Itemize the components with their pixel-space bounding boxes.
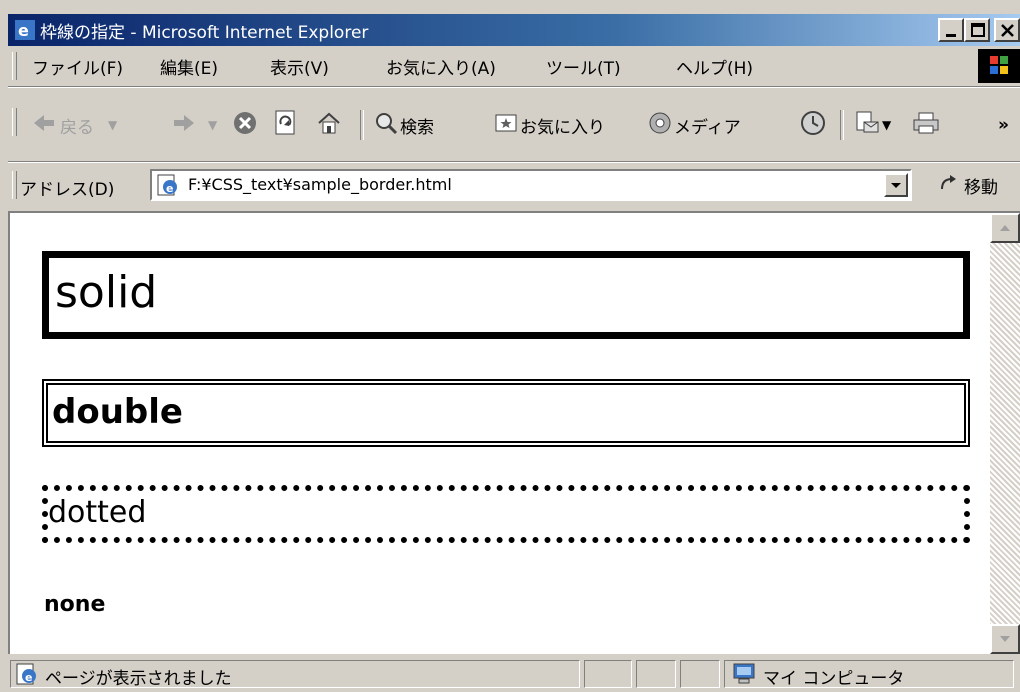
chevron-down-icon bbox=[891, 183, 901, 188]
favorites-icon bbox=[494, 112, 518, 139]
back-button[interactable]: 戻る ▼ bbox=[32, 109, 117, 141]
stop-icon bbox=[232, 110, 258, 141]
maximize-button[interactable] bbox=[964, 18, 990, 42]
toolbar-overflow-chevron-icon[interactable]: » bbox=[998, 109, 1009, 141]
status-zone: マイ コンピュータ bbox=[731, 663, 904, 690]
forward-button[interactable]: ▼ bbox=[172, 109, 217, 141]
minimize-button[interactable] bbox=[938, 18, 964, 42]
address-url: F:¥CSS_text¥sample_border.html bbox=[188, 175, 452, 194]
close-icon bbox=[1001, 24, 1014, 37]
search-button[interactable]: 検索 bbox=[374, 109, 434, 141]
svg-text:e: e bbox=[166, 182, 173, 195]
favorites-label: お気に入り bbox=[520, 117, 605, 138]
menu-file[interactable]: ファイル(F) bbox=[32, 54, 123, 79]
refresh-icon bbox=[274, 110, 298, 141]
scroll-down-icon bbox=[1000, 636, 1010, 642]
windows-logo-icon bbox=[978, 49, 1020, 83]
page-icon: e bbox=[156, 174, 180, 200]
address-input[interactable]: e F:¥CSS_text¥sample_border.html bbox=[150, 169, 912, 201]
print-icon bbox=[912, 111, 940, 140]
go-label: 移動 bbox=[964, 178, 998, 198]
title-bar[interactable]: e 枠線の指定 - Microsoft Internet Explorer bbox=[8, 14, 1020, 46]
solid-border-box: solid bbox=[42, 251, 970, 339]
menu-bar: ファイル(F) 編集(E) 表示(V) お気に入り(A) ツール(T) ヘルプ(… bbox=[8, 46, 1020, 87]
go-arrow-icon bbox=[938, 173, 960, 198]
double-border-box: double bbox=[42, 379, 970, 447]
mail-dropdown-icon[interactable]: ▼ bbox=[882, 118, 891, 132]
window-title: 枠線の指定 - Microsoft Internet Explorer bbox=[40, 23, 369, 43]
refresh-button[interactable] bbox=[274, 109, 298, 141]
back-label: 戻る bbox=[60, 117, 94, 138]
ie-logo-icon: e bbox=[14, 19, 36, 41]
svg-text:e: e bbox=[25, 671, 32, 684]
menu-tools[interactable]: ツール(T) bbox=[546, 54, 621, 79]
standard-toolbar: 戻る ▼ ▼ 検索 お気に入り メディア ▼ » bbox=[8, 87, 1020, 162]
menu-view[interactable]: 表示(V) bbox=[270, 54, 329, 79]
mail-icon bbox=[854, 110, 880, 141]
forward-arrow-icon bbox=[172, 113, 196, 138]
toolbar-grip[interactable] bbox=[12, 52, 17, 80]
toolbar-separator bbox=[360, 110, 364, 140]
address-dropdown-button[interactable] bbox=[884, 173, 908, 197]
address-label: アドレス(D) bbox=[20, 180, 115, 200]
status-message-pane: e ページが表示されました bbox=[10, 660, 580, 689]
search-icon bbox=[374, 111, 398, 140]
status-pane bbox=[584, 660, 632, 688]
status-zone-pane: マイ コンピュータ bbox=[724, 660, 1014, 690]
minimize-icon bbox=[946, 34, 956, 37]
browser-window: e 枠線の指定 - Microsoft Internet Explorer ファ… bbox=[0, 0, 1020, 692]
scroll-up-icon bbox=[1000, 225, 1010, 231]
zone-label: マイ コンピュータ bbox=[763, 669, 905, 689]
status-pane bbox=[636, 660, 676, 688]
history-icon bbox=[800, 110, 826, 141]
no-border-box: none bbox=[44, 592, 106, 617]
vertical-scrollbar[interactable] bbox=[990, 213, 1020, 654]
toolbar-grip[interactable] bbox=[12, 171, 17, 199]
status-page-icon: e bbox=[15, 663, 39, 689]
history-button[interactable] bbox=[800, 109, 826, 141]
search-label: 検索 bbox=[400, 117, 434, 138]
menu-favorites[interactable]: お気に入り(A) bbox=[386, 54, 496, 79]
toolbar-separator bbox=[840, 110, 844, 140]
forward-dropdown-icon[interactable]: ▼ bbox=[208, 118, 217, 132]
status-bar: e ページが表示されました マイ コンピュータ bbox=[8, 656, 1020, 692]
svg-text:e: e bbox=[18, 21, 29, 40]
toolbar-grip[interactable] bbox=[12, 108, 17, 136]
close-button[interactable] bbox=[994, 18, 1020, 42]
stop-button[interactable] bbox=[232, 109, 258, 141]
home-button[interactable] bbox=[316, 109, 342, 141]
address-bar: アドレス(D) e F:¥CSS_text¥sample_border.html… bbox=[8, 162, 1020, 209]
maximize-icon bbox=[971, 23, 985, 37]
back-dropdown-icon[interactable]: ▼ bbox=[108, 118, 117, 132]
computer-icon bbox=[731, 663, 757, 690]
print-button[interactable] bbox=[912, 109, 940, 141]
home-icon bbox=[316, 111, 342, 140]
mail-button[interactable]: ▼ bbox=[854, 109, 891, 141]
menu-help[interactable]: ヘルプ(H) bbox=[676, 54, 753, 79]
favorites-button[interactable]: お気に入り bbox=[494, 109, 605, 141]
back-arrow-icon bbox=[32, 113, 56, 138]
scroll-down-button[interactable] bbox=[990, 624, 1020, 654]
page-content: solid double dotted none bbox=[8, 211, 1020, 654]
status-pane bbox=[680, 660, 720, 688]
status-message: ページが表示されました bbox=[45, 669, 232, 689]
media-icon bbox=[648, 111, 672, 140]
dotted-border-box: dotted bbox=[42, 485, 970, 543]
media-button[interactable]: メディア bbox=[648, 109, 741, 141]
scroll-up-button[interactable] bbox=[990, 213, 1020, 243]
go-button[interactable]: 移動 bbox=[938, 173, 998, 198]
media-label: メディア bbox=[674, 117, 741, 138]
menu-edit[interactable]: 編集(E) bbox=[160, 54, 218, 79]
